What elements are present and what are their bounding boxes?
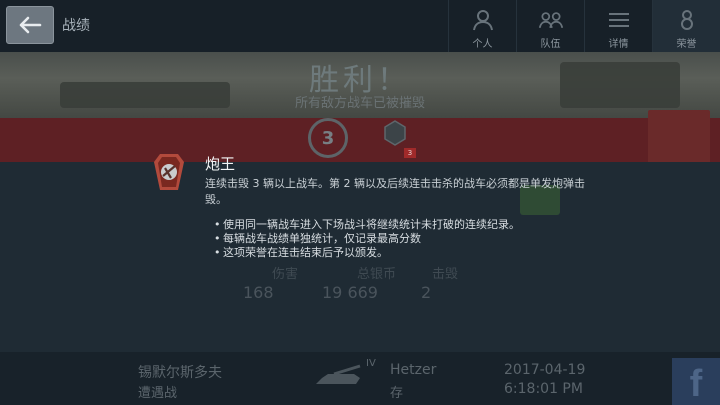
stat-damage-value: 168: [243, 283, 274, 302]
tank-tier: IV: [366, 358, 376, 369]
medal-badge: 3: [308, 118, 348, 158]
tooltip-title: 炮王: [205, 155, 236, 173]
tab-team[interactable]: 队伍: [516, 0, 584, 52]
tank-icon: [316, 364, 361, 384]
stat-credits-label: 总银币: [357, 267, 397, 282]
tooltip-rules: 使用同一辆战车进入下场战斗将继续统计未打破的连续纪录。 每辆战车战绩单独统计，仅…: [214, 218, 520, 260]
team-icon: [538, 12, 563, 29]
battle-time: 6:18:01 PM: [504, 381, 583, 397]
tab-personal[interactable]: 个人: [448, 0, 516, 52]
list-item: 这项荣誉在连击结束后予以颁发。: [214, 246, 520, 260]
tab-details-label: 详情: [608, 39, 629, 50]
result-banner: 胜利！ 所有敌方战车已被摧毁: [0, 52, 720, 118]
stat-damage-label: 伤害: [272, 267, 299, 282]
tank-name: Hetzer: [390, 362, 437, 378]
tab-personal-label: 个人: [472, 39, 493, 50]
tank-status: 存: [390, 386, 404, 401]
facebook-share-button[interactable]: f: [672, 358, 720, 405]
list-item: 每辆战车战绩单独统计，仅记录最高分数: [214, 232, 520, 246]
stat-credits-value: 19 669: [322, 283, 378, 302]
achievement-band: [0, 118, 720, 162]
back-button[interactable]: [6, 6, 54, 44]
tab-details[interactable]: 详情: [584, 0, 652, 52]
map-name: 锡默尔斯多夫: [138, 365, 222, 381]
battle-type: 遭遇战: [138, 386, 178, 401]
achievement-count-badge: 3: [404, 148, 416, 158]
tab-honor[interactable]: 荣誉: [652, 0, 720, 52]
top-gun-medal-icon: [154, 154, 184, 190]
result-subtitle: 所有敌方战车已被摧毁: [294, 96, 425, 111]
tab-team-label: 队伍: [540, 39, 561, 50]
achievement-small-icon: [384, 120, 406, 146]
page-title: 战绩: [62, 18, 90, 34]
list-item: 使用同一辆战车进入下场战斗将继续统计未打破的连续纪录。: [214, 218, 520, 232]
tab-honor-label: 荣誉: [676, 39, 697, 50]
tab-bar: 个人 队伍 详情 荣誉: [448, 0, 720, 52]
honor-icon: [680, 10, 693, 30]
details-icon: [608, 13, 629, 27]
top-bar: 战绩 个人 队伍 详情 荣誉: [0, 0, 720, 52]
stat-kills-label: 击毁: [432, 267, 459, 282]
arrow-left-icon: [19, 16, 42, 34]
stat-kills-value: 2: [421, 283, 432, 302]
tooltip-description: 连续击毁 3 辆以上战车。第 2 辆以及后续连击击杀的战车必须都是单发炮弹击毁。: [205, 177, 585, 206]
battle-date: 2017-04-19: [504, 362, 586, 378]
person-icon: [472, 10, 493, 31]
